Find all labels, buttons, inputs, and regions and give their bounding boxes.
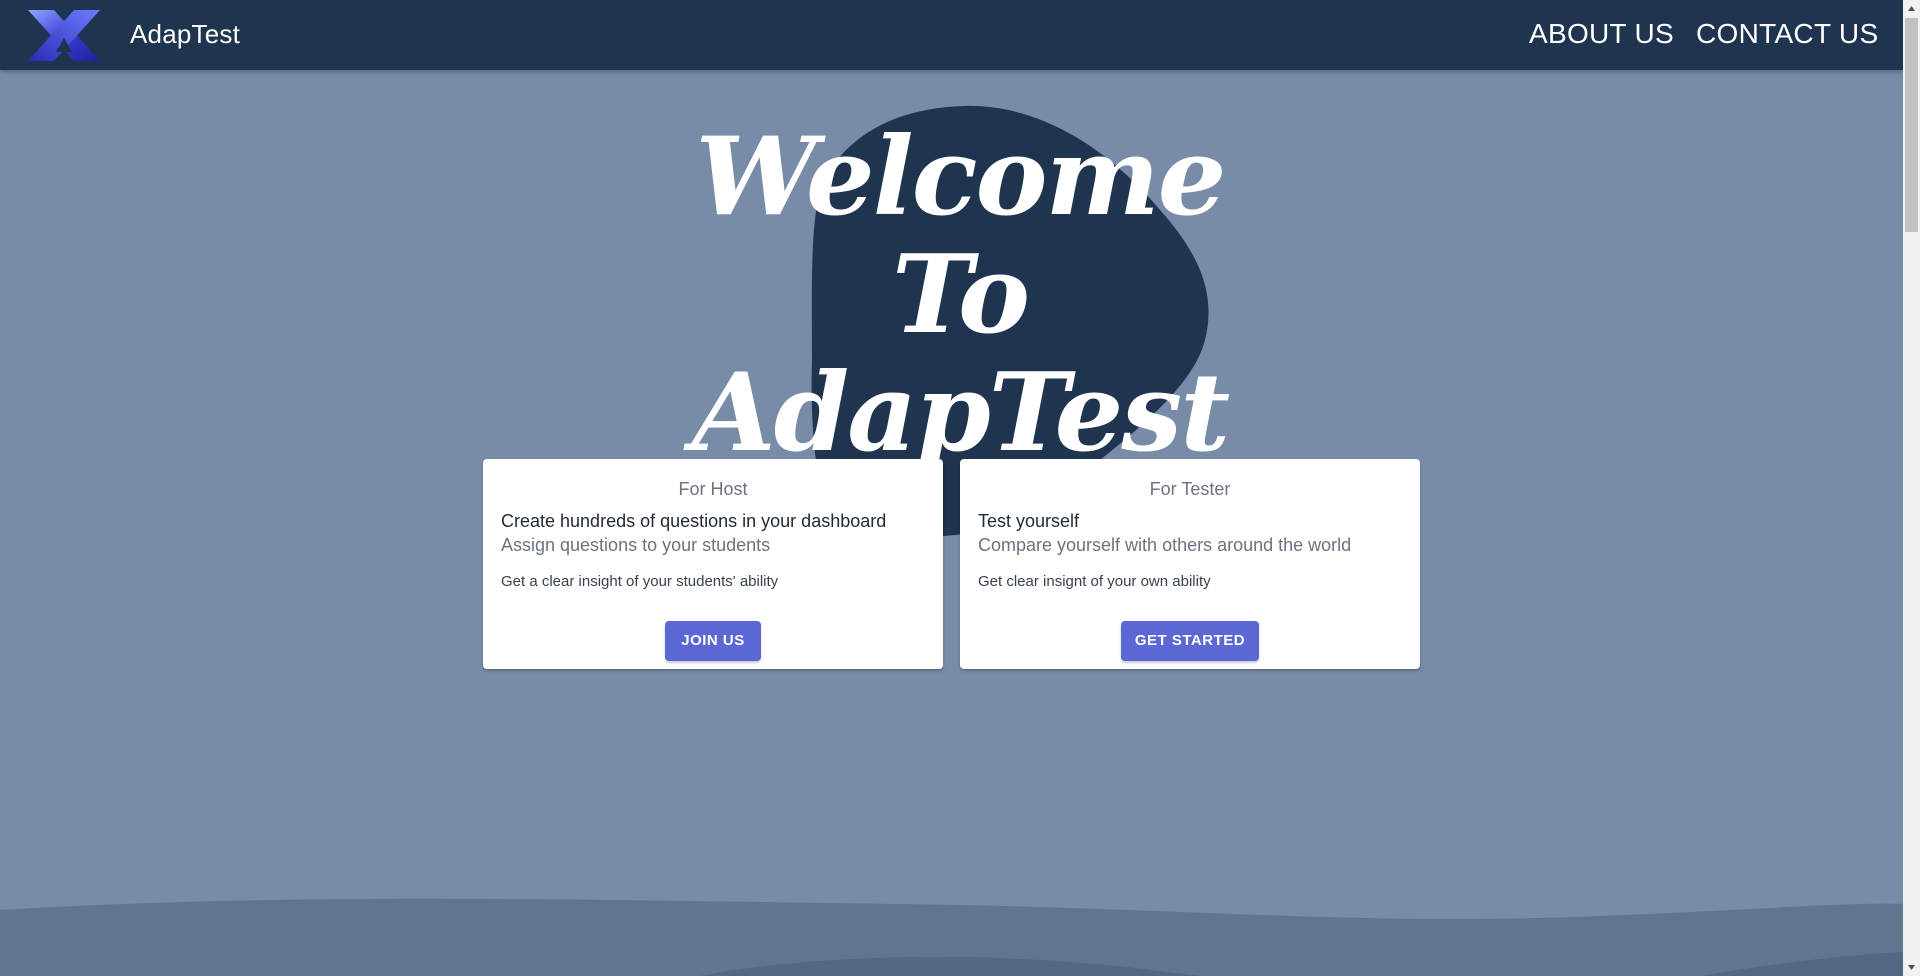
tester-card-subheading: Compare yourself with others around the …	[978, 535, 1352, 555]
host-card-body: Get a clear insight of your students' ab…	[501, 573, 779, 590]
nav-contact-us[interactable]: CONTACT US	[1696, 18, 1878, 50]
host-card: For Host Create hundreds of questions in…	[483, 459, 943, 669]
scroll-up-arrow-icon[interactable]	[1905, 2, 1918, 16]
scrollbar-thumb[interactable]	[1905, 18, 1918, 232]
tester-card-kicker: For Tester	[1149, 479, 1231, 499]
hero-title: Welcome To AdapTest	[660, 118, 1260, 472]
host-card-subheading: Assign questions to your students	[501, 535, 771, 555]
tester-card-heading: Test yourself	[978, 511, 1080, 531]
get-started-button[interactable]: GET STARTED	[1121, 621, 1259, 661]
adaptest-logo-icon[interactable]	[26, 8, 102, 63]
top-app-bar: AdapTest ABOUT US CONTACT US	[0, 0, 1903, 70]
join-us-button[interactable]: JOIN US	[665, 621, 761, 661]
host-card-heading: Create hundreds of questions in your das…	[501, 511, 887, 531]
bottom-wave-decoration	[0, 898, 1903, 976]
hero-title-line-2: AdapTest	[691, 350, 1230, 476]
tester-card-body: Get clear insignt of your own ability	[978, 573, 1211, 590]
scroll-down-arrow-icon[interactable]	[1905, 960, 1918, 974]
host-card-kicker: For Host	[678, 479, 748, 499]
brand-name[interactable]: AdapTest	[130, 19, 240, 50]
nav-about-us[interactable]: ABOUT US	[1529, 18, 1674, 50]
hero-title-line-1: Welcome To	[695, 114, 1226, 358]
tester-card: For Tester Test yourself Compare yoursel…	[960, 459, 1420, 669]
